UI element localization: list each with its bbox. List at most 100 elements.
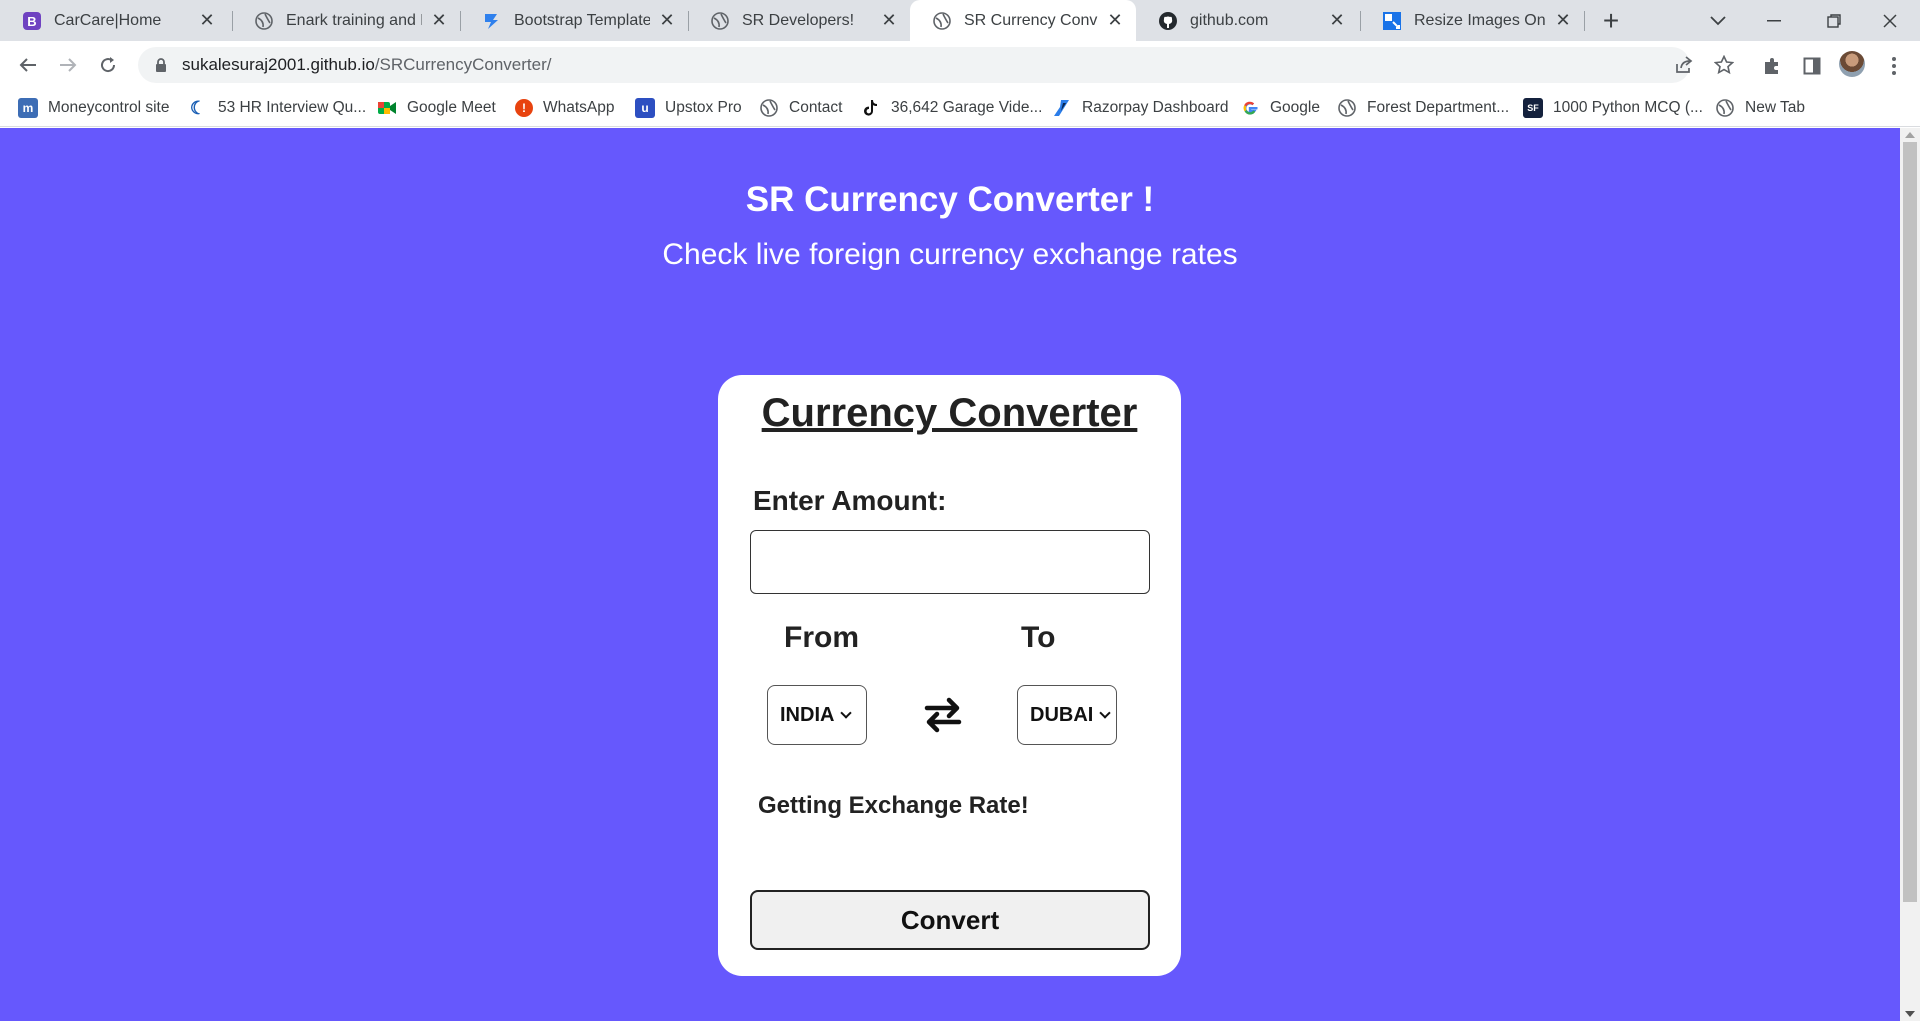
- bookmark-label: Razorpay Dashboard: [1082, 99, 1229, 116]
- resize-images-icon: [1382, 11, 1402, 31]
- from-label: From: [784, 621, 859, 654]
- url-path: /SRCurrencyConverter/: [374, 55, 552, 74]
- side-panel-icon: [1803, 57, 1821, 75]
- puzzle-icon: [1765, 58, 1778, 74]
- chevron-down-icon: [1099, 707, 1112, 719]
- page-scrollbar[interactable]: [1900, 128, 1920, 1021]
- close-icon[interactable]: ✕: [1326, 10, 1348, 32]
- bookmark-google[interactable]: Google: [1240, 97, 1320, 119]
- from-currency-value: INDIA: [780, 703, 835, 726]
- github-icon: [1158, 11, 1178, 31]
- bookmark-label: New Tab: [1745, 99, 1806, 116]
- tab-sr-currency-converter[interactable]: SR Currency Converte ✕: [910, 0, 1136, 41]
- bookmark-razorpay[interactable]: Razorpay Dashboard: [1052, 97, 1228, 119]
- tab-carcare[interactable]: B CarCare|Home ✕: [0, 0, 228, 41]
- page-content: SR Currency Converter ! Check live forei…: [0, 128, 1900, 1021]
- menu-button[interactable]: [1881, 53, 1907, 79]
- bookmark-moneycontrol[interactable]: m Moneycontrol site: [18, 97, 169, 119]
- bookmark-label: Google: [1270, 99, 1320, 116]
- tab-sr-developers[interactable]: SR Developers! ✕: [688, 0, 910, 41]
- bookmark-upstox[interactable]: u Upstox Pro: [635, 97, 742, 119]
- share-icon: [1676, 56, 1693, 73]
- razorpay-icon: [1052, 98, 1072, 118]
- tab-github[interactable]: github.com ✕: [1136, 0, 1358, 41]
- url-text[interactable]: sukalesuraj2001.github.io/SRCurrencyConv…: [182, 55, 551, 75]
- sf-icon: SF: [1523, 98, 1543, 118]
- bookmark-contact[interactable]: Contact: [759, 97, 842, 119]
- profile-avatar[interactable]: [1839, 51, 1865, 77]
- tiktok-icon: [861, 98, 881, 118]
- page-subheadline: Check live foreign currency exchange rat…: [662, 238, 1238, 271]
- globe-icon: [1337, 98, 1357, 118]
- card-title: Currency Converter: [761, 391, 1138, 435]
- reload-button[interactable]: [92, 49, 124, 81]
- address-bar[interactable]: sukalesuraj2001.github.io/SRCurrencyConv…: [138, 47, 1734, 83]
- chevron-down-icon: [1710, 15, 1726, 25]
- bookmark-python-mcq[interactable]: SF 1000 Python MCQ (...: [1523, 97, 1703, 119]
- minimize-button[interactable]: [1750, 0, 1798, 41]
- extensions-button[interactable]: [1759, 53, 1785, 79]
- scroll-up-arrow-icon[interactable]: [1905, 132, 1915, 138]
- bookmark-label: WhatsApp: [543, 99, 615, 116]
- restore-button[interactable]: [1810, 0, 1858, 41]
- bookmark-label: Upstox Pro: [665, 99, 742, 116]
- bookmark-label: 53 HR Interview Qu...: [218, 99, 367, 116]
- close-icon[interactable]: ✕: [1552, 10, 1574, 32]
- more-vert-icon: [1892, 57, 1896, 75]
- forward-arrow-icon: [60, 58, 77, 72]
- tab-strip: B CarCare|Home ✕ Enark training and Ma ✕…: [0, 0, 1920, 41]
- lock-icon[interactable]: [152, 56, 170, 74]
- close-icon[interactable]: ✕: [1104, 10, 1126, 32]
- amount-label: Enter Amount:: [753, 485, 947, 516]
- bookmark-new-tab[interactable]: New Tab: [1715, 97, 1805, 119]
- new-tab-button[interactable]: +: [1596, 5, 1626, 36]
- upstox-icon: u: [635, 98, 655, 118]
- svg-text:B: B: [27, 14, 36, 29]
- convert-button[interactable]: Convert: [750, 890, 1150, 950]
- share-button[interactable]: [1672, 53, 1696, 77]
- amount-input[interactable]: [750, 530, 1150, 594]
- globe-icon: [254, 11, 274, 31]
- back-button[interactable]: [12, 49, 44, 81]
- tab-enark[interactable]: Enark training and Ma ✕: [232, 0, 460, 41]
- bookmark-star-button[interactable]: [1712, 53, 1736, 77]
- forward-button[interactable]: [52, 49, 84, 81]
- bookmark-label: Moneycontrol site: [48, 99, 170, 116]
- exchange-rate-status: Getting Exchange Rate!: [758, 792, 1029, 819]
- bookmark-label: Google Meet: [407, 99, 496, 116]
- close-icon[interactable]: ✕: [656, 10, 678, 32]
- bookmark-forest-department[interactable]: Forest Department...: [1337, 97, 1509, 119]
- close-icon[interactable]: ✕: [428, 10, 450, 32]
- url-host: sukalesuraj2001.github.io: [182, 55, 375, 74]
- page-headline: SR Currency Converter !: [745, 180, 1155, 219]
- bookmark-google-meet[interactable]: Google Meet: [377, 97, 496, 119]
- reload-icon: [101, 57, 116, 73]
- close-icon[interactable]: ✕: [196, 10, 218, 32]
- tab-title: SR Developers!: [742, 11, 855, 29]
- side-panel-button[interactable]: [1799, 53, 1825, 79]
- tab-resize-images[interactable]: Resize Images Online ✕: [1360, 0, 1584, 41]
- to-currency-value: DUBAI: [1030, 703, 1094, 726]
- to-currency-select[interactable]: DUBAI: [1017, 685, 1117, 745]
- bookmark-hr-interview[interactable]: ☾ 53 HR Interview Qu...: [188, 97, 366, 119]
- tab-search-button[interactable]: [1694, 0, 1742, 41]
- bookmark-whatsapp[interactable]: ! WhatsApp: [515, 97, 615, 119]
- tab-title: Bootstrap Templates |: [514, 11, 650, 29]
- close-icon[interactable]: ✕: [878, 10, 900, 32]
- from-currency-select[interactable]: INDIA: [767, 685, 867, 745]
- bookmark-garage-videos[interactable]: 36,642 Garage Vide...: [861, 97, 1042, 119]
- restore-icon: [1827, 13, 1841, 28]
- tab-bootstrap-templates[interactable]: Bootstrap Templates | ✕: [460, 0, 688, 41]
- close-icon: [1883, 13, 1897, 28]
- swap-arrows-icon[interactable]: [923, 697, 963, 733]
- google-icon: [1240, 98, 1260, 118]
- tab-title: SR Currency Converte: [964, 11, 1098, 29]
- scrollbar-thumb[interactable]: [1903, 142, 1917, 902]
- tab-title: github.com: [1190, 11, 1269, 29]
- bookmark-label: Forest Department...: [1367, 99, 1510, 116]
- back-arrow-icon: [19, 58, 36, 72]
- tab-title: Enark training and Ma: [286, 11, 422, 29]
- scroll-down-arrow-icon[interactable]: [1905, 1011, 1915, 1017]
- close-window-button[interactable]: [1866, 0, 1914, 41]
- minimize-icon: [1767, 19, 1781, 21]
